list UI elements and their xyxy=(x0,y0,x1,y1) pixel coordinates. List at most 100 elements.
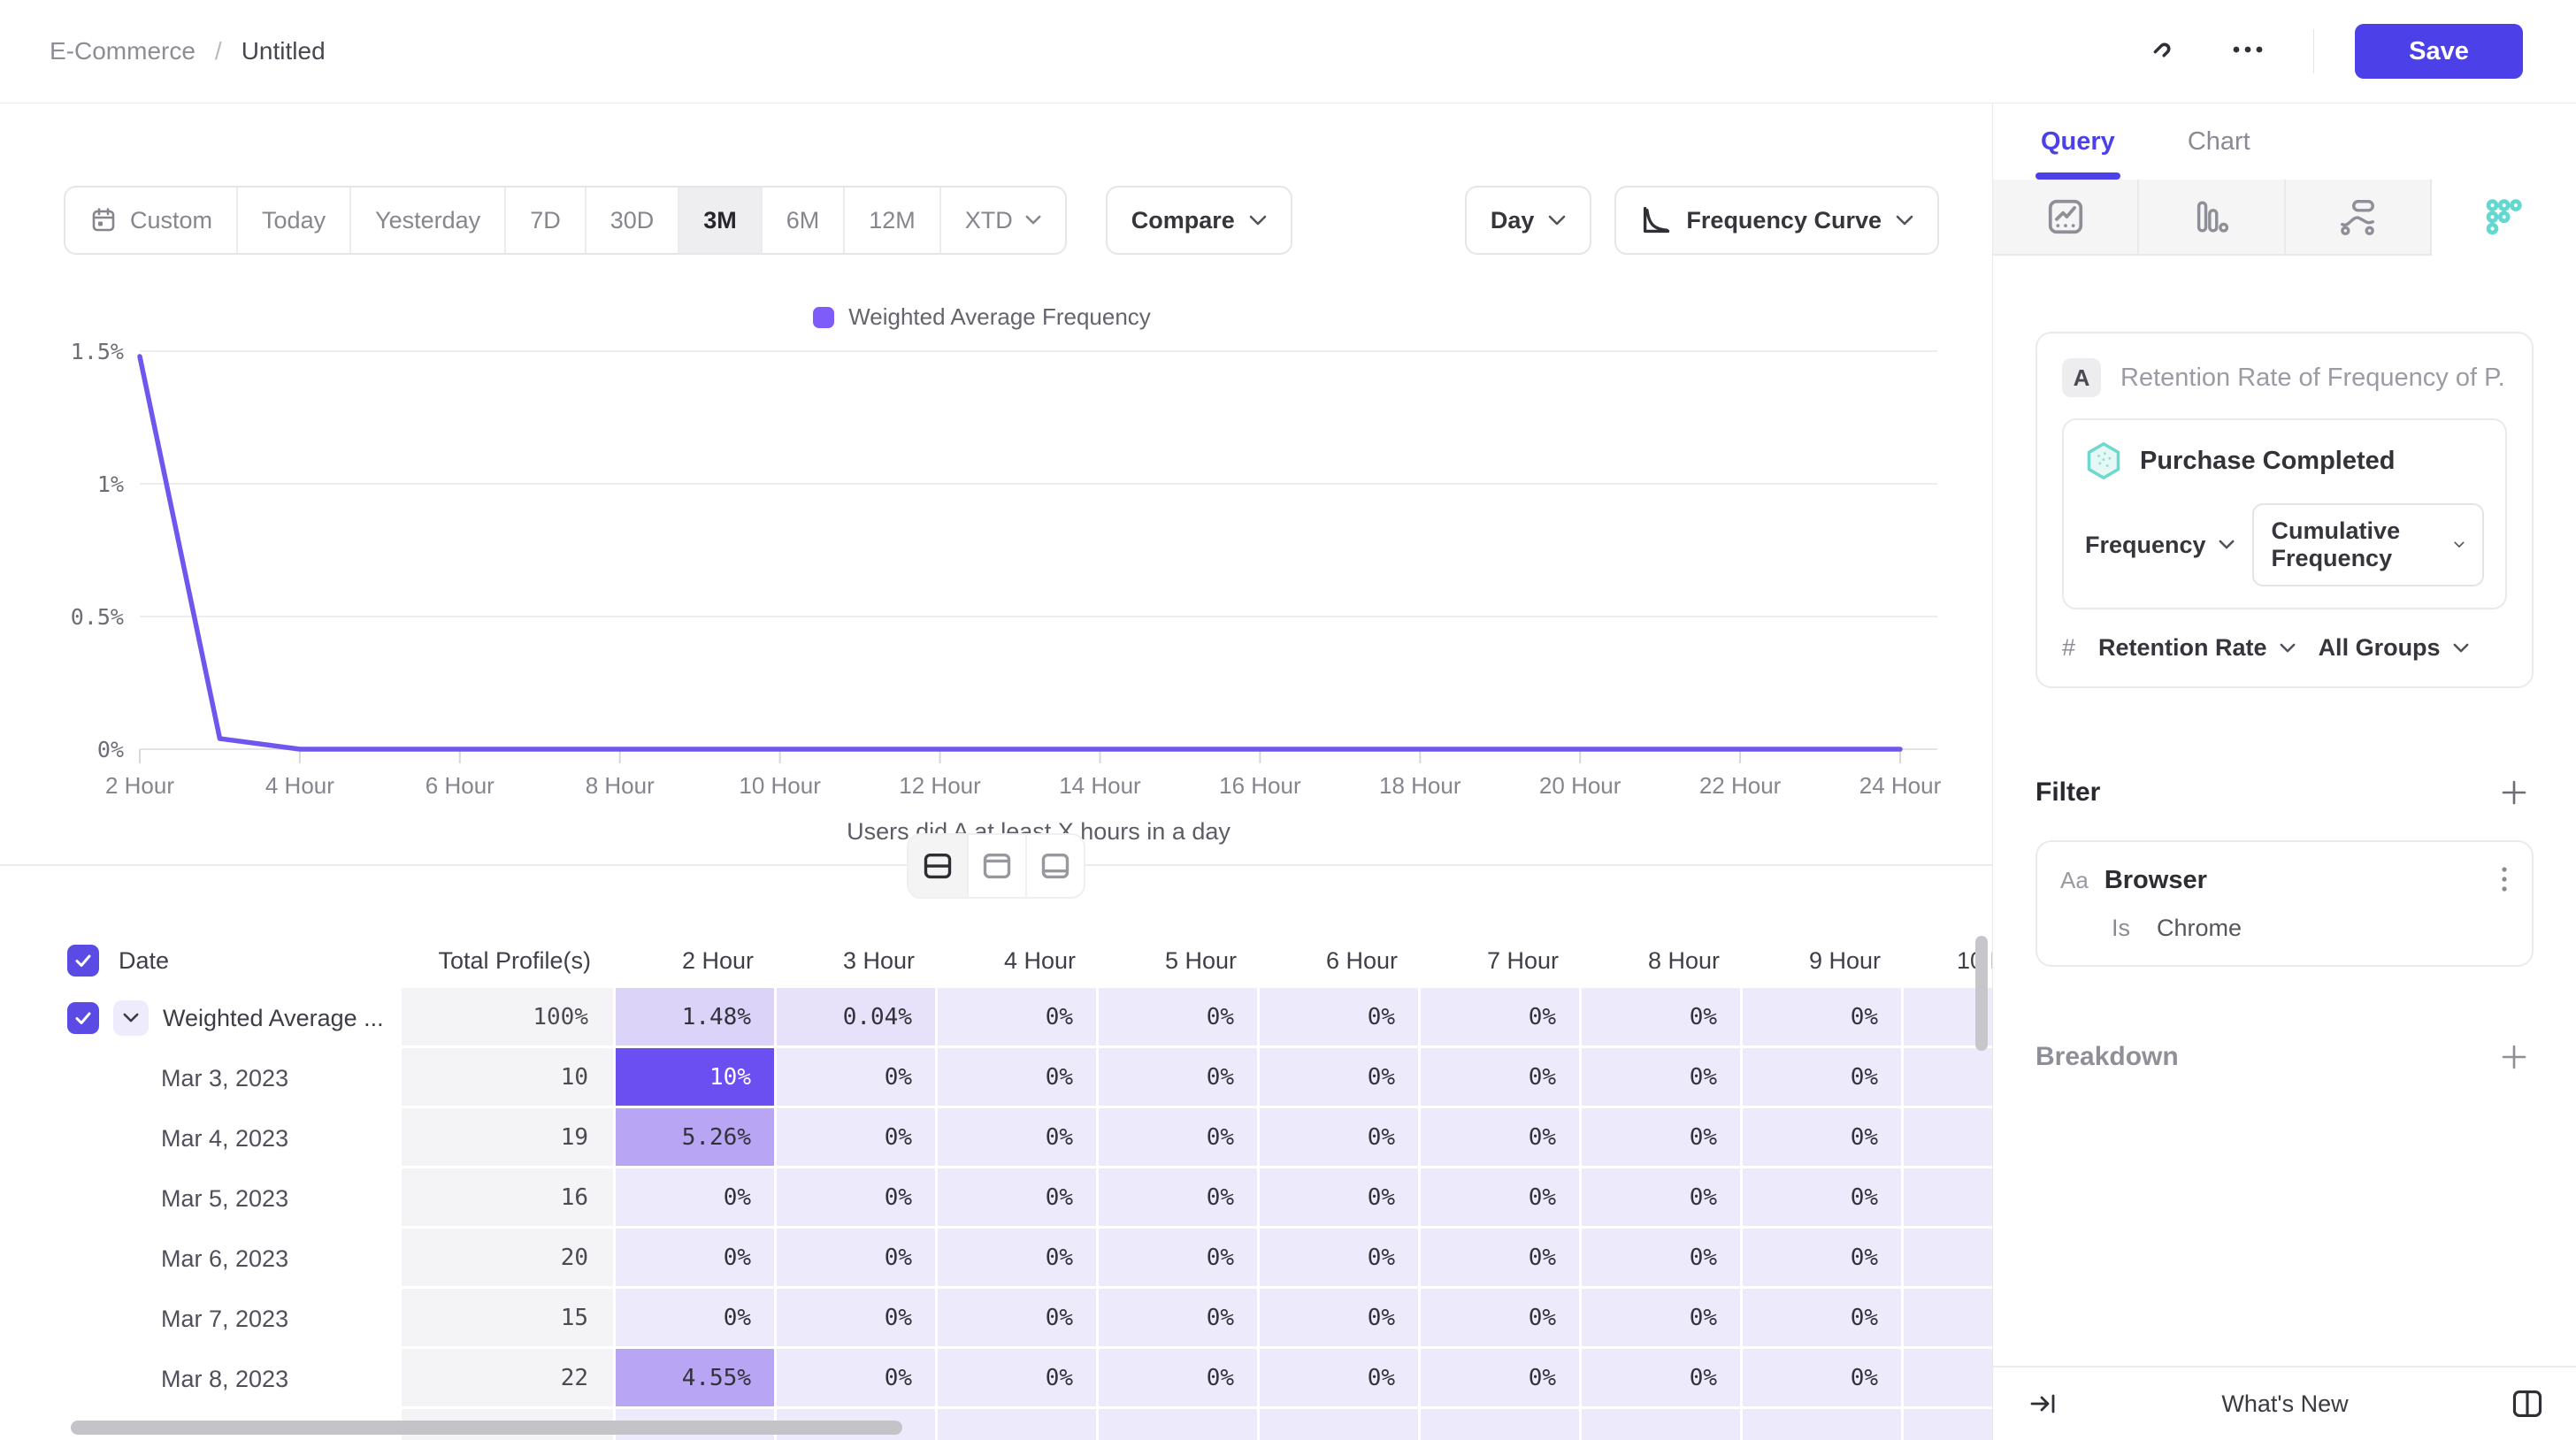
expand-row-button[interactable] xyxy=(113,1000,149,1036)
retention-value-cell[interactable]: 0% xyxy=(1582,1349,1743,1409)
frequency-curve-chart[interactable]: 0%0.5%1%1.5%2 Hour4 Hour6 Hour8 Hour10 H… xyxy=(35,335,1957,848)
retention-value-cell[interactable]: 0% xyxy=(1904,1108,1992,1168)
retention-value-cell[interactable]: 0% xyxy=(1260,1349,1421,1409)
retention-value-cell[interactable]: 0% xyxy=(777,1349,938,1409)
retention-value-cell[interactable]: 0.04% xyxy=(777,988,938,1048)
whats-new-link[interactable]: What's New xyxy=(1993,1390,2576,1418)
retention-value-cell[interactable]: 0% xyxy=(777,1108,938,1168)
retention-value-cell[interactable] xyxy=(1743,1409,1904,1440)
column-header-hour[interactable]: 3 Hour xyxy=(777,933,938,988)
retention-value-cell[interactable]: 0% xyxy=(1582,1048,1743,1108)
retention-value-cell[interactable]: 0% xyxy=(1743,1229,1904,1289)
retention-value-cell[interactable]: 0% xyxy=(1099,1168,1260,1229)
range-3m-button[interactable]: 3M xyxy=(678,188,761,253)
filter-value[interactable]: Chrome xyxy=(2157,915,2242,942)
range-yesterday-button[interactable]: Yesterday xyxy=(349,188,504,253)
retention-value-cell[interactable]: 0% xyxy=(1099,1289,1260,1349)
retention-value-cell[interactable]: 0% xyxy=(1260,1168,1421,1229)
range-6m-button[interactable]: 6M xyxy=(761,188,844,253)
retention-value-cell[interactable]: 0% xyxy=(1421,1349,1582,1409)
range-30d-button[interactable]: 30D xyxy=(585,188,678,253)
chart-legend[interactable]: Weighted Average Frequency xyxy=(35,303,1928,331)
retention-value-cell[interactable]: 0% xyxy=(1260,1048,1421,1108)
retention-value-cell[interactable]: 0% xyxy=(616,1229,777,1289)
compare-button[interactable]: Compare xyxy=(1106,186,1292,255)
retention-value-cell[interactable]: 0% xyxy=(777,1229,938,1289)
retention-value-cell[interactable]: 4.55% xyxy=(616,1349,777,1409)
tab-query[interactable]: Query xyxy=(2041,103,2115,180)
retention-value-cell[interactable]: 0% xyxy=(1099,1229,1260,1289)
retention-value-cell[interactable] xyxy=(1099,1409,1260,1440)
range-today-button[interactable]: Today xyxy=(236,188,349,253)
layout-split-view-button[interactable] xyxy=(908,835,967,897)
retention-value-cell[interactable]: 0% xyxy=(1099,988,1260,1048)
tab-frequency[interactable] xyxy=(2432,180,2576,256)
tab-flows[interactable] xyxy=(2286,180,2432,256)
range-12m-button[interactable]: 12M xyxy=(843,188,939,253)
retention-value-cell[interactable]: 0% xyxy=(938,1108,1099,1168)
chart-type-button[interactable]: Frequency Curve xyxy=(1614,186,1939,255)
retention-value-cell[interactable] xyxy=(1904,1409,1992,1440)
retention-value-cell[interactable]: 0% xyxy=(1421,1048,1582,1108)
retention-value-cell[interactable]: 0% xyxy=(777,1048,938,1108)
column-header-hour[interactable]: 6 Hour xyxy=(1260,933,1421,988)
retention-value-cell[interactable]: 0% xyxy=(1743,1048,1904,1108)
layout-table-only-button[interactable] xyxy=(1025,835,1084,897)
retention-value-cell[interactable]: 0% xyxy=(1743,1168,1904,1229)
retention-value-cell[interactable]: 0% xyxy=(1099,1349,1260,1409)
horizontal-scrollbar[interactable] xyxy=(71,1421,902,1435)
column-header-date[interactable]: Date xyxy=(30,933,402,988)
column-header-total[interactable]: Total Profile(s) xyxy=(402,933,616,988)
measure-dropdown[interactable]: Retention Rate xyxy=(2098,634,2296,662)
retention-value-cell[interactable]: 0% xyxy=(777,1289,938,1349)
retention-value-cell[interactable]: 0% xyxy=(777,1168,938,1229)
retention-value-cell[interactable]: 0% xyxy=(1582,1168,1743,1229)
event-name[interactable]: Purchase Completed xyxy=(2140,447,2395,476)
breadcrumb-report-title[interactable]: Untitled xyxy=(242,37,326,65)
retention-value-cell[interactable]: 5.26% xyxy=(616,1108,777,1168)
range-custom-button[interactable]: Custom xyxy=(65,188,236,253)
column-header-hour[interactable]: 8 Hour xyxy=(1582,933,1743,988)
column-header-hour[interactable]: 2 Hour xyxy=(616,933,777,988)
retention-value-cell[interactable]: 0% xyxy=(1582,1108,1743,1168)
filter-kebab-menu[interactable] xyxy=(2500,865,2509,895)
retention-value-cell[interactable]: 0% xyxy=(1260,1108,1421,1168)
retention-value-cell[interactable]: 1.48% xyxy=(616,988,777,1048)
filter-property[interactable]: Browser xyxy=(2104,866,2207,895)
retention-value-cell[interactable]: 0% xyxy=(1421,1289,1582,1349)
groups-dropdown[interactable]: All Groups xyxy=(2319,634,2469,662)
row-checkbox[interactable] xyxy=(67,945,99,977)
retention-value-cell[interactable]: 0% xyxy=(1260,988,1421,1048)
more-options-button[interactable] xyxy=(2223,27,2273,76)
filter-operator[interactable]: Is xyxy=(2112,915,2130,942)
retention-value-cell[interactable]: 0% xyxy=(1582,988,1743,1048)
retention-value-cell[interactable]: 0% xyxy=(1260,1229,1421,1289)
column-header-hour[interactable]: 9 Hour xyxy=(1743,933,1904,988)
range-7d-button[interactable]: 7D xyxy=(504,188,585,253)
step-title[interactable]: Retention Rate of Frequency of P... xyxy=(2120,364,2507,393)
add-filter-button[interactable] xyxy=(2495,773,2534,812)
retention-value-cell[interactable]: 0% xyxy=(938,1229,1099,1289)
cumulative-frequency-dropdown[interactable]: Cumulative Frequency xyxy=(2252,503,2484,586)
retention-value-cell[interactable]: 0% xyxy=(1421,1108,1582,1168)
event-card[interactable]: Purchase Completed Frequency Cumulative … xyxy=(2062,418,2507,609)
retention-value-cell[interactable] xyxy=(938,1409,1099,1440)
retention-value-cell[interactable] xyxy=(1260,1409,1421,1440)
column-header-hour[interactable]: 4 Hour xyxy=(938,933,1099,988)
column-header-hour[interactable]: 5 Hour xyxy=(1099,933,1260,988)
retention-value-cell[interactable]: 0% xyxy=(616,1168,777,1229)
add-breakdown-button[interactable] xyxy=(2495,1038,2534,1076)
save-button[interactable]: Save xyxy=(2355,24,2523,79)
retention-value-cell[interactable]: 0% xyxy=(1421,1229,1582,1289)
tab-bar-chart[interactable] xyxy=(2139,180,2285,256)
breadcrumb-project[interactable]: E-Commerce xyxy=(50,37,196,65)
retention-value-cell[interactable]: 0% xyxy=(1421,988,1582,1048)
retention-value-cell[interactable]: 0% xyxy=(1099,1048,1260,1108)
copy-link-button[interactable] xyxy=(2133,27,2182,76)
retention-value-cell[interactable]: 0% xyxy=(938,1349,1099,1409)
retention-value-cell[interactable]: 0% xyxy=(1904,1168,1992,1229)
vertical-scrollbar[interactable] xyxy=(1975,936,1988,1051)
retention-value-cell[interactable]: 0% xyxy=(1743,1349,1904,1409)
retention-value-cell[interactable]: 0% xyxy=(938,988,1099,1048)
retention-value-cell[interactable]: 0% xyxy=(1904,1289,1992,1349)
